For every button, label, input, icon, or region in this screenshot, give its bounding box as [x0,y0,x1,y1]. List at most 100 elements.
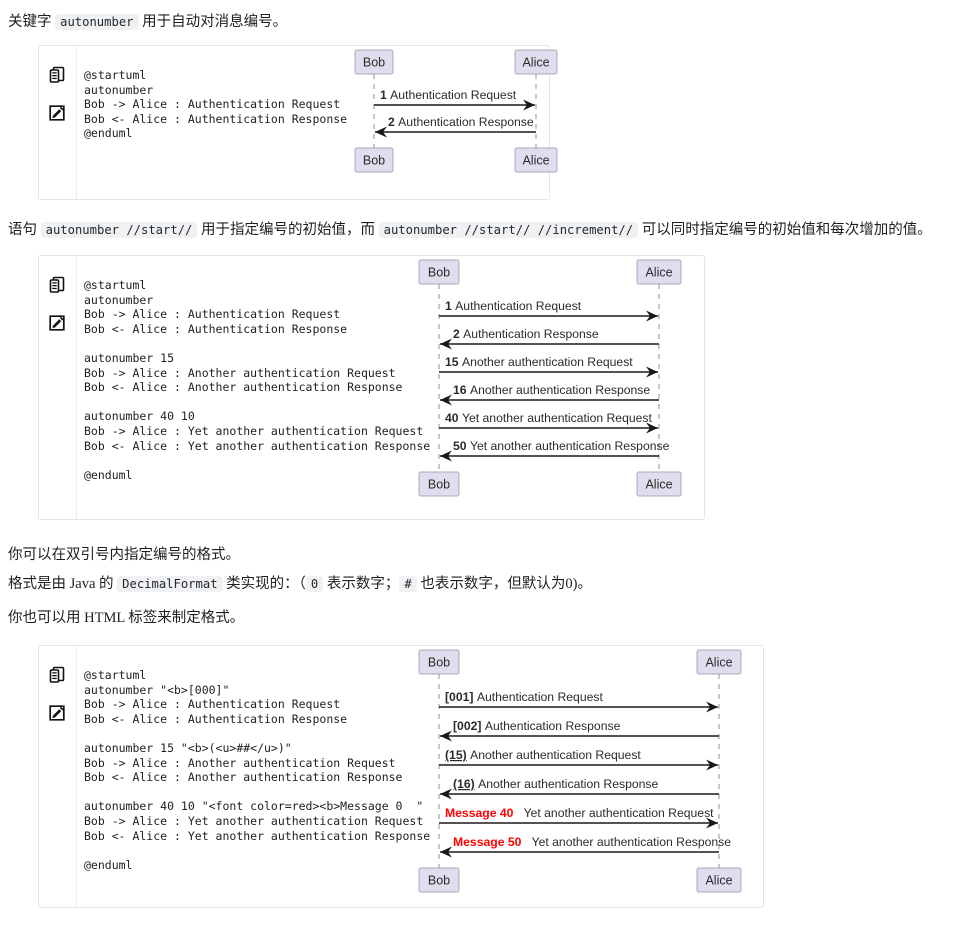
message-text: Another authentication Request [467,748,642,762]
edit-icon[interactable] [48,104,68,124]
message-number: [002] [453,719,481,733]
message-label: 1 Authentication Request [445,299,582,313]
message-label: [001] Authentication Request [445,690,603,704]
message-2: [002] Authentication Response [440,719,719,742]
participant-label: Bob [428,656,450,670]
participant-bob-top: Bob [418,259,460,285]
copy-icon[interactable] [48,66,68,86]
message-3: 15 Another authentication Request [439,355,658,378]
message-1: 1 Authentication Request [374,88,535,111]
inline-code: autonumber [55,14,139,30]
participant-label: Alice [522,56,549,70]
participant-bob-bottom: Bob [354,147,394,173]
message-4: 16 Another authentication Response [440,383,659,406]
participant-label: Bob [428,478,450,492]
paragraph-text: 用于自动对消息编号。 [138,14,288,30]
paragraph-text: 你也可以用 HTML 标签来制定格式。 [8,610,245,626]
message-label: Message 40 Yet another authentication Re… [445,806,714,820]
paragraph-text: 也表示数字，但默认为0)。 [416,576,592,592]
message-text: Authentication Response [460,327,599,341]
participant-alice-top: Alice [696,649,742,675]
message-1: 1 Authentication Request [439,299,658,322]
sequence-diagram-container: Bob Alice Bob Alice 1 Authentication Request… [404,252,702,504]
participant-label: Alice [645,266,672,280]
participant-alice-bottom: Alice [696,867,742,893]
inline-code: # [399,576,417,592]
inline-code: DecimalFormat [117,576,223,592]
message-4: (16) Another authentication Response [440,777,719,800]
paragraph-intro: 关键字 autonumber 用于自动对消息编号。 [8,12,287,32]
code-diagram-block-1: @startuml autonumber Bob -> Alice : Auth… [38,45,558,200]
message-text: Another authentication Response [475,777,659,791]
message-label: 16 Another authentication Response [453,383,650,397]
message-label: 1 Authentication Request [380,88,517,102]
sequence-diagram-container: Bob Alice Bob Alice 1 Authentication Request… [339,42,579,180]
paragraph-text: 关键字 [8,14,56,30]
message-text: Yet another authentication Response [521,835,731,849]
message-label: 40 Yet another authentication Request [445,411,653,425]
participant-label: Bob [363,56,385,70]
message-text: Another authentication Response [467,383,651,397]
message-6: 50 Yet another authentication Response [440,439,670,462]
paragraph-text: 语句 [8,222,41,238]
document-page: 关键字 autonumber 用于自动对消息编号。 @startuml auto… [0,0,978,925]
message-text: Yet another authentication Request [513,806,714,820]
paragraph-text: 表示数字； [323,576,400,592]
message-text: Authentication Response [395,115,534,129]
paragraph-decimalformat: 格式是由 Java 的 DecimalFormat 类实现的：（ 0 表示数字； #… [8,574,592,594]
message-text: Yet another authentication Response [467,439,670,453]
copy-icon[interactable] [48,276,68,296]
message-text: Another authentication Request [459,355,634,369]
participant-label: Alice [705,874,732,888]
message-label: 50 Yet another authentication Response [453,439,670,453]
paragraph-text: 你可以在双引号内指定编号的格式。 [8,547,240,563]
paragraph-text: 可以同时指定编号的初始值和每次增加的值。 [638,222,932,238]
message-1: [001] Authentication Request [439,690,718,713]
participant-bob-top: Bob [354,49,394,75]
participant-bob-bottom: Bob [418,867,460,893]
message-number: Message 50 [453,835,522,849]
message-6: Message 50 Yet another authentication Re… [440,835,731,858]
message-text: Authentication Request [452,299,582,313]
participant-label: Alice [705,656,732,670]
message-label: 15 Another authentication Request [445,355,633,369]
plantuml-source[interactable]: @startuml autonumber Bob -> Alice : Auth… [84,68,347,141]
copy-icon[interactable] [48,666,68,686]
message-label: (16) Another authentication Response [453,777,659,791]
message-label: Message 50 Yet another authentication Re… [453,835,731,849]
sequence-diagram: Bob Alice Bob Alice 1 Authentication Request… [354,49,558,173]
participant-alice-top: Alice [636,259,682,285]
message-number: 15 [445,355,459,369]
inline-code: autonumber //start// //increment// [378,222,639,238]
participant-alice-bottom: Alice [636,471,682,497]
code-diagram-block-3: @startuml autonumber "<b>[000]" Bob -> A… [38,645,764,908]
message-5: Message 40 Yet another authentication Re… [439,806,718,829]
inline-code: autonumber //start// [40,222,198,238]
sequence-diagram: Bob Alice Bob Alice 1 Authentication Request… [418,259,682,497]
plantuml-source[interactable]: @startuml autonumber "<b>[000]" Bob -> A… [84,668,430,872]
sequence-diagram-container: Bob Alice Bob Alice [001] Authentication Req… [404,642,764,900]
participant-label: Alice [522,154,549,168]
message-5: 40 Yet another authentication Request [439,411,658,434]
message-text: Authentication Request [473,690,603,704]
edit-icon[interactable] [48,314,68,334]
plantuml-source[interactable]: @startuml autonumber Bob -> Alice : Auth… [84,278,430,482]
paragraph-start-increment: 语句 autonumber //start// 用于指定编号的初始值，而 aut… [8,220,932,240]
message-text: Yet another authentication Request [459,411,653,425]
edit-icon[interactable] [48,704,68,724]
paragraph-html-tags: 你也可以用 HTML 标签来制定格式。 [8,608,244,628]
message-3: (15) Another authentication Request [439,748,718,771]
paragraph-text: 用于指定编号的初始值，而 [197,222,379,238]
inline-code: 0 [305,576,324,592]
participant-bob-bottom: Bob [418,471,460,497]
paragraph-text: 格式是由 Java 的 [8,576,118,592]
message-number: 50 [453,439,467,453]
message-number: Message 40 [445,806,514,820]
participant-label: Bob [428,874,450,888]
message-number: 16 [453,383,467,397]
paragraph-quote-format: 你可以在双引号内指定编号的格式。 [8,545,240,565]
participant-alice-top: Alice [514,49,558,75]
message-label: 2 Authentication Response [453,327,599,341]
participant-label: Alice [645,478,672,492]
message-number: 40 [445,411,459,425]
